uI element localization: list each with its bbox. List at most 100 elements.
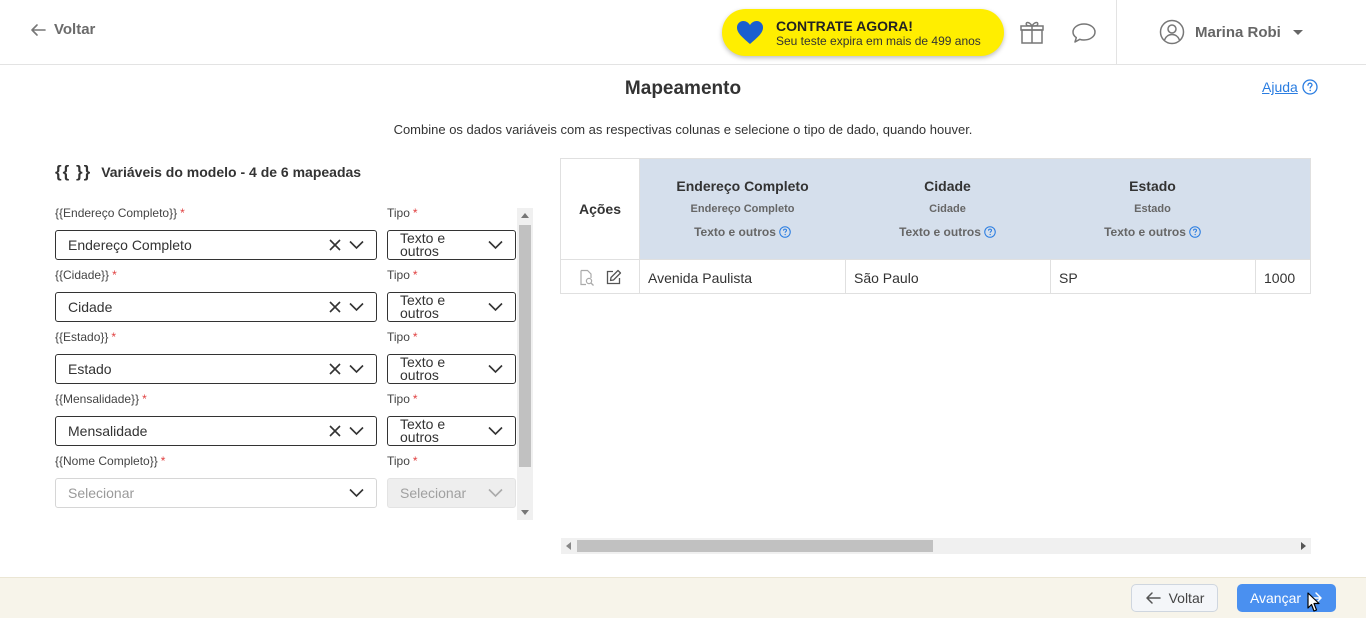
user-menu[interactable]: Marina Robi — [1159, 19, 1303, 45]
variable-row: {{Nome Completo}} * Tipo * Selecionar Sele… — [55, 454, 516, 516]
chevron-down-icon — [488, 302, 503, 312]
chevron-down-icon — [349, 302, 364, 312]
column-select[interactable]: Mensalidade — [55, 416, 377, 446]
arrow-left-icon — [31, 23, 46, 36]
scroll-right-arrow-icon[interactable] — [1301, 542, 1306, 550]
chevron-down-icon — [488, 240, 503, 250]
variable-row: {{Cidade}} * Tipo * Cidade Texto e outros — [55, 268, 516, 330]
chevron-down-icon — [488, 426, 503, 436]
clear-icon[interactable] — [328, 237, 342, 253]
clear-icon[interactable] — [328, 361, 342, 377]
column-variable: Cidade — [929, 203, 966, 215]
tipo-select-value: Texto e outros — [400, 292, 446, 321]
tipo-select-disabled: Selecionar — [387, 478, 516, 508]
table-scrollbar[interactable] — [561, 538, 1311, 554]
chat-icon[interactable] — [1071, 20, 1097, 46]
chevron-down-icon — [488, 488, 503, 498]
scrollbar-thumb[interactable] — [577, 540, 933, 552]
tipo-label: Tipo * — [387, 454, 418, 468]
user-avatar-icon — [1159, 19, 1185, 45]
fields-scrollbar[interactable] — [517, 208, 533, 520]
column-type: Texto e outros — [845, 225, 1050, 239]
column-select[interactable]: Estado — [55, 354, 377, 384]
scroll-down-arrow-icon[interactable] — [521, 510, 529, 515]
scroll-up-arrow-icon[interactable] — [521, 213, 529, 218]
variable-row: {{Estado}} * Tipo * Estado Texto e outros — [55, 330, 516, 392]
column-select[interactable]: Endereço Completo — [55, 230, 377, 260]
table-row: Avenida Paulista São Paulo SP 1000 — [561, 259, 1310, 293]
header-back-link[interactable]: Voltar — [30, 21, 95, 38]
clear-icon[interactable] — [328, 423, 342, 439]
tipo-select-value: Texto e outros — [400, 230, 446, 259]
variable-row: {{Endereço Completo}} * Tipo * Endereço Co… — [55, 206, 516, 268]
promo-subtitle: Seu teste expira em mais de 499 anos — [776, 33, 981, 48]
back-button[interactable]: Voltar — [1131, 584, 1218, 612]
chevron-down-icon — [349, 240, 364, 250]
tipo-select[interactable]: Texto e outros — [387, 354, 516, 384]
gift-icon[interactable] — [1019, 20, 1045, 46]
footer-bar: Voltar Avançar — [0, 577, 1366, 618]
table-cell: Avenida Paulista — [640, 260, 846, 293]
column-select[interactable]: Selecionar — [55, 478, 377, 508]
user-name: Marina Robi — [1195, 23, 1281, 41]
help-link[interactable]: Ajuda — [1262, 79, 1318, 95]
edit-icon[interactable] — [605, 269, 622, 286]
page-subtitle: Combine os dados variáveis com as respec… — [393, 122, 973, 137]
table-cell: São Paulo — [846, 260, 1051, 293]
scroll-left-arrow-icon[interactable] — [566, 542, 571, 550]
tipo-select-value: Texto e outros — [400, 416, 446, 445]
scrollbar-thumb[interactable] — [519, 225, 531, 467]
tipo-select[interactable]: Texto e outros — [387, 230, 516, 260]
tipo-select[interactable]: Texto e outros — [387, 292, 516, 322]
column-header: Estado Estado Texto e outros — [1050, 159, 1255, 259]
chevron-down-icon — [488, 364, 503, 374]
column-title: Cidade — [924, 178, 971, 194]
tipo-select-value: Texto e outros — [400, 354, 446, 383]
tipo-label: Tipo * — [387, 268, 418, 282]
next-button[interactable]: Avançar — [1237, 584, 1336, 612]
variable-label: {{Estado}} * — [55, 330, 117, 344]
help-label: Ajuda — [1262, 79, 1298, 95]
chevron-down-icon — [349, 364, 364, 374]
chevron-down-icon — [349, 426, 364, 436]
promo-title: CONTRATE AGORA! — [776, 17, 913, 34]
promo-banner[interactable]: CONTRATE AGORA! Seu teste expira em mais… — [722, 9, 1004, 56]
row-actions — [561, 260, 640, 293]
variable-label: {{Cidade}} * — [55, 268, 117, 282]
preview-document-icon[interactable] — [578, 269, 595, 286]
tipo-label: Tipo * — [387, 206, 418, 220]
tipo-label: Tipo * — [387, 392, 418, 406]
column-variable: Estado — [1134, 203, 1171, 215]
top-bar: Voltar CONTRATE AGORA! Seu teste expira … — [0, 0, 1366, 65]
tipo-select[interactable]: Texto e outros — [387, 416, 516, 446]
variable-label: {{Mensalidade}} * — [55, 392, 147, 406]
column-title: Estado — [1129, 178, 1176, 194]
tipo-select-placeholder: Selecionar — [400, 485, 467, 501]
promo-text: CONTRATE AGORA! Seu teste expira em mais… — [776, 18, 981, 48]
next-button-label: Avançar — [1249, 590, 1302, 606]
header-back-label: Voltar — [54, 21, 96, 38]
column-type: Texto e outros — [640, 225, 845, 239]
table-cell: 1000 — [1264, 269, 1296, 286]
column-select-value: Endereço Completo — [68, 237, 192, 253]
page-title: Mapeamento — [624, 78, 742, 99]
caret-down-icon — [1292, 29, 1303, 35]
help-circle-icon[interactable] — [984, 226, 996, 238]
table-header: Endereço Completo Endereço Completo Text… — [640, 159, 1310, 259]
tipo-label: Tipo * — [387, 330, 418, 344]
help-circle-icon[interactable] — [779, 226, 791, 238]
actions-header: Ações — [561, 159, 640, 259]
column-select[interactable]: Cidade — [55, 292, 377, 322]
back-button-label: Voltar — [1168, 590, 1205, 606]
clear-icon[interactable] — [328, 299, 342, 315]
header-divider — [1116, 0, 1117, 64]
help-circle-icon[interactable] — [1189, 226, 1201, 238]
column-variable: Endereço Completo — [690, 203, 795, 215]
column-header: Endereço Completo Endereço Completo Text… — [640, 159, 845, 259]
column-header: T — [1255, 159, 1310, 259]
column-select-value: Estado — [68, 361, 112, 377]
chevron-down-icon — [349, 488, 364, 498]
column-select-placeholder: Selecionar — [68, 485, 135, 501]
arrow-left-icon — [1145, 592, 1161, 604]
braces-icon: {{ }} — [55, 162, 92, 181]
